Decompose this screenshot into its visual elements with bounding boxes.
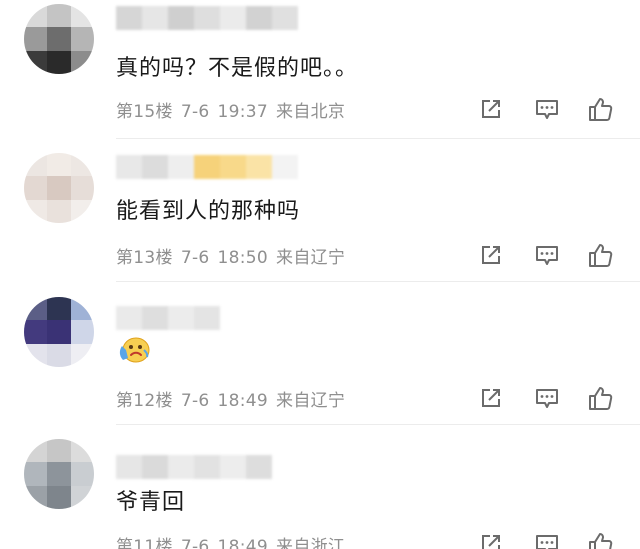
like-button[interactable] [586, 240, 616, 270]
comment-time: 18:49 [217, 537, 269, 549]
comment-location: 来自辽宁 [276, 248, 346, 268]
reply-icon [536, 100, 558, 119]
floor-number: 第13楼 [116, 248, 173, 268]
username-blurred[interactable] [116, 6, 298, 30]
share-icon [482, 389, 500, 407]
reply-icon [536, 389, 558, 408]
avatar[interactable] [24, 153, 94, 223]
thumbs-up-icon [589, 387, 613, 410]
comment-item: 第12楼 7-6 18:49 来自辽宁 [0, 282, 640, 424]
comment-time: 19:37 [217, 102, 269, 122]
floor-number: 第11楼 [116, 537, 173, 549]
comment-actions [476, 94, 626, 124]
reply-button[interactable] [532, 240, 562, 270]
floor-number: 第12楼 [116, 391, 173, 411]
comment-actions [476, 383, 626, 413]
like-button[interactable] [586, 383, 616, 413]
floor-number: 第15楼 [116, 102, 173, 122]
comment-location: 来自浙江 [276, 537, 346, 549]
comment-item: 真的吗？不是假的吧。。 第15楼 7-6 19:37 来自北京 [0, 0, 640, 140]
comment-meta: 第13楼 7-6 18:50 来自辽宁 [116, 243, 353, 268]
comment-text: 真的吗？不是假的吧。。 [116, 56, 359, 81]
share-icon [482, 535, 500, 549]
reply-icon [536, 246, 558, 265]
reply-button[interactable] [532, 529, 562, 549]
share-button[interactable] [476, 94, 506, 124]
like-button[interactable] [586, 94, 616, 124]
comment-time: 18:49 [217, 391, 269, 411]
emoji-sticker [116, 332, 152, 366]
crying-face-emoji-icon [119, 337, 150, 363]
comment-actions [476, 240, 626, 270]
comment-text: 爷青回 [116, 490, 186, 515]
comment-location: 来自辽宁 [276, 391, 346, 411]
share-icon [482, 246, 500, 264]
share-button[interactable] [476, 383, 506, 413]
comment-meta: 第15楼 7-6 19:37 来自北京 [116, 97, 353, 122]
comment-date: 7-6 [180, 537, 210, 549]
comment-text: 能看到人的那种吗 [116, 199, 301, 224]
comment-meta: 第12楼 7-6 18:49 来自辽宁 [116, 386, 353, 411]
like-button[interactable] [586, 529, 616, 549]
avatar[interactable] [24, 439, 94, 509]
comment-item: 爷青回 第11楼 7-6 18:49 来自浙江 [0, 425, 640, 549]
comment-location: 来自北京 [276, 102, 346, 122]
avatar[interactable] [24, 297, 94, 367]
comment-date: 7-6 [180, 248, 210, 268]
comment-meta: 第11楼 7-6 18:49 来自浙江 [116, 532, 353, 549]
reply-icon [536, 535, 558, 549]
reply-button[interactable] [532, 94, 562, 124]
comment-date: 7-6 [180, 102, 210, 122]
comment-time: 18:50 [217, 248, 269, 268]
thumbs-up-icon [589, 98, 613, 121]
username-blurred[interactable] [116, 306, 220, 330]
username-blurred[interactable] [116, 455, 272, 479]
share-button[interactable] [476, 240, 506, 270]
share-icon [482, 100, 500, 118]
comment-actions [476, 529, 626, 549]
reply-button[interactable] [532, 383, 562, 413]
thumbs-up-icon [589, 533, 613, 549]
comment-date: 7-6 [180, 391, 210, 411]
avatar[interactable] [24, 4, 94, 74]
comment-item: 能看到人的那种吗 第13楼 7-6 18:50 来自辽宁 [0, 139, 640, 281]
username-blurred[interactable] [116, 155, 298, 179]
share-button[interactable] [476, 529, 506, 549]
thumbs-up-icon [589, 244, 613, 267]
